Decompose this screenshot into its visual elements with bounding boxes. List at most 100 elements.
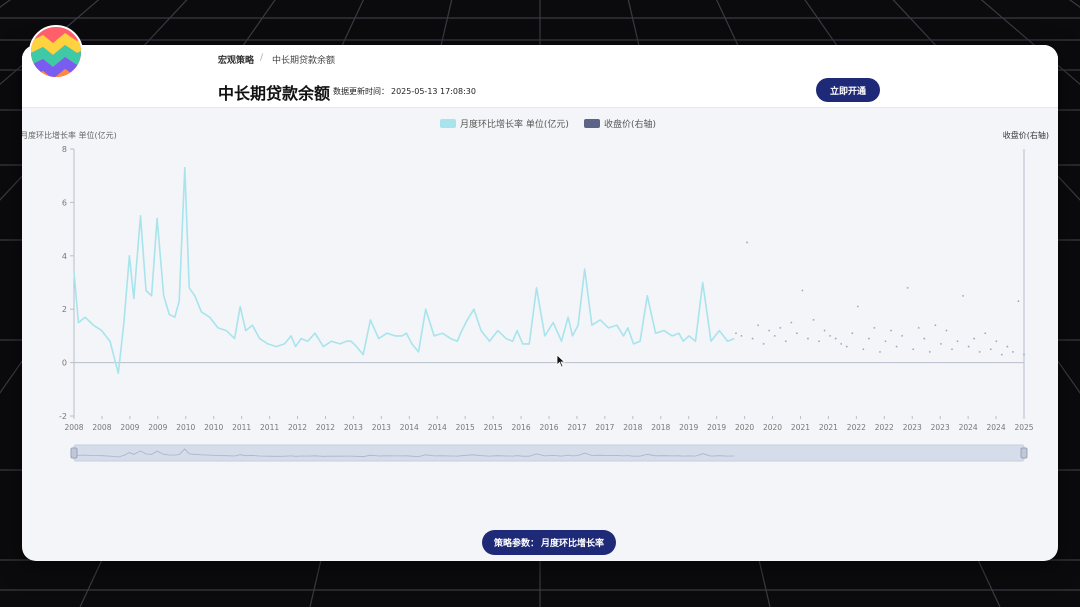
data-point-close (735, 332, 737, 335)
x-tick-label: 2017 (567, 423, 586, 432)
data-zoom-slider[interactable] (70, 444, 1028, 462)
data-point-close (895, 345, 898, 348)
data-point-close (740, 335, 743, 337)
x-tick-label: 2018 (623, 423, 642, 432)
x-tick-label: 2025 (1014, 423, 1033, 432)
page-header: 中长期贷款余额 数据更新时间： 2025-05-13 17:08:30 立即开通 (22, 73, 1058, 108)
data-point-close (746, 241, 748, 244)
legend-item-growth: 月度环比增长率 单位(亿元) (440, 118, 569, 130)
x-tick-label: 2021 (791, 423, 810, 432)
data-point-close (779, 326, 782, 329)
slider-handle[interactable] (1020, 447, 1028, 459)
strategy-param-button[interactable]: 策略参数： 月度环比增长率 (482, 530, 616, 555)
x-tick-label: 2015 (456, 423, 475, 432)
data-point-close (790, 321, 793, 324)
y-tick-label: 6 (62, 198, 67, 207)
data-point-close (978, 351, 981, 353)
data-point-close (768, 329, 771, 332)
data-point-close (862, 348, 865, 351)
data-point-close (807, 337, 809, 340)
data-point-close (940, 343, 942, 345)
x-tick-label: 2010 (176, 423, 195, 432)
x-tick-label: 2020 (735, 423, 754, 432)
data-point-close (1017, 300, 1020, 303)
data-point-close (890, 329, 892, 332)
y-tick-label: 4 (62, 252, 67, 261)
page-title: 中长期贷款余额 (218, 84, 331, 103)
data-point-close (1012, 351, 1014, 353)
data-point-close (1006, 345, 1009, 348)
x-tick-label: 2011 (232, 423, 251, 432)
data-point-close (928, 351, 931, 353)
y-axis-right-title: 收盘价(右轴) (1003, 130, 1049, 140)
data-point-close (934, 324, 937, 327)
line-chart: 月度环比增长率 单位(亿元) 收盘价(右轴) 月度环比增长率 单位(亿元) 收盘价(右… (22, 118, 1049, 462)
data-point-close (956, 340, 959, 343)
update-time-row: 数据更新时间： 2025-05-13 17:08:30 (333, 86, 476, 97)
slider-track (73, 444, 1025, 462)
breadcrumb-root[interactable]: 宏观策略 (218, 53, 254, 66)
data-point-close (762, 343, 765, 345)
open-now-button[interactable]: 立即开通 (816, 78, 880, 102)
data-point-close (851, 332, 854, 335)
update-time-label: 数据更新时间： (333, 87, 389, 96)
data-point-close (840, 343, 843, 345)
data-point-close (989, 348, 992, 351)
slider-handle[interactable] (70, 447, 78, 459)
x-tick-label: 2015 (484, 423, 503, 432)
y-tick-label: 2 (62, 305, 67, 314)
x-tick-label: 2010 (204, 423, 223, 432)
x-tick-label: 2024 (959, 423, 978, 432)
y-tick-label: 8 (62, 145, 67, 154)
x-tick-label: 2013 (344, 423, 363, 432)
breadcrumb: 宏观策略 / 中长期贷款余额 (22, 45, 1058, 74)
data-point-close (834, 337, 837, 340)
series-line-growth (73, 166, 735, 375)
x-tick-label: 2012 (316, 423, 335, 432)
data-point-close (973, 337, 976, 340)
x-tick-label: 2016 (539, 423, 558, 432)
y-axis-left-title: 月度环比增长率 单位(亿元) (22, 130, 117, 140)
x-tick-label: 2022 (847, 423, 866, 432)
data-point-close (795, 332, 798, 335)
strategy-param-label: 策略参数： (493, 539, 539, 549)
x-tick-label: 2018 (651, 423, 670, 432)
x-tick-label: 2021 (819, 423, 838, 432)
breadcrumb-separator: / (260, 53, 264, 63)
data-point-close (995, 340, 998, 343)
legend-label-close: 收盘价(右轴) (604, 118, 656, 130)
x-tick-label: 2022 (875, 423, 894, 432)
x-tick-label: 2023 (903, 423, 922, 432)
data-point-close (845, 345, 848, 348)
data-point-close (879, 351, 881, 353)
x-tick-label: 2012 (288, 423, 307, 432)
data-point-close (901, 335, 904, 337)
data-point-close (917, 326, 920, 329)
data-point-close (757, 324, 760, 327)
x-tick-label: 2020 (763, 423, 782, 432)
data-point-close (906, 286, 909, 289)
x-tick-label: 2009 (148, 423, 167, 432)
y-tick-label: 0 (62, 359, 67, 368)
x-tick-label: 2019 (679, 423, 698, 432)
data-point-close (1000, 353, 1003, 356)
x-tick-label: 2019 (707, 423, 726, 432)
data-point-close (984, 332, 987, 335)
main-card: 宏观策略 / 中长期贷款余额 中长期贷款余额 数据更新时间： 2025-05-13… (22, 45, 1058, 561)
breadcrumb-current: 中长期贷款余额 (272, 56, 336, 66)
data-point-close (801, 289, 804, 292)
x-tick-label: 2011 (260, 423, 279, 432)
data-point-close (884, 340, 887, 343)
data-point-close (812, 318, 815, 321)
x-tick-label: 2008 (92, 423, 111, 432)
legend-label-growth: 月度环比增长率 单位(亿元) (460, 118, 569, 130)
x-tick-label: 2017 (595, 423, 614, 432)
data-point-close (867, 337, 870, 340)
data-point-close (829, 335, 832, 337)
data-point-close (818, 340, 820, 343)
x-tick-label: 2016 (512, 423, 531, 432)
data-point-close (751, 337, 754, 340)
data-point-close (823, 329, 826, 332)
legend-item-close: 收盘价(右轴) (584, 118, 656, 130)
legend-swatch-growth (440, 119, 456, 128)
